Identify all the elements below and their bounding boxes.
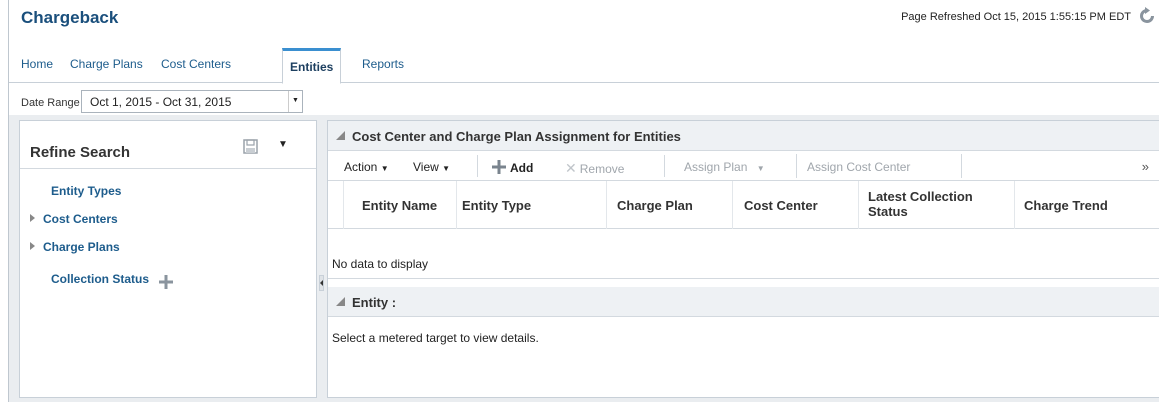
column-cost-center[interactable]: Cost Center [744, 198, 818, 213]
facet-entity-types[interactable]: Entity Types [51, 184, 121, 198]
table-empty-row [328, 251, 1159, 279]
expand-triangle-icon[interactable] [30, 214, 35, 222]
tab-entities[interactable]: Entities [282, 48, 342, 84]
date-range-label: Date Range [21, 97, 80, 109]
add-collection-status-icon[interactable] [158, 274, 174, 290]
chargeback-page: Chargeback Page Refreshed Oct 15, 2015 1… [8, 0, 1159, 402]
expand-triangle-icon[interactable] [30, 242, 35, 250]
tab-reports[interactable]: Reports [362, 57, 404, 71]
collapse-triangle-icon[interactable] [336, 131, 345, 140]
app-title: Chargeback [21, 8, 119, 27]
column-latest-collection-status[interactable]: Latest Collection Status [868, 189, 1008, 219]
view-menu-label: View [413, 160, 439, 174]
view-menu[interactable]: View ▼ [413, 160, 450, 174]
collapse-triangle-icon[interactable] [336, 297, 345, 306]
remove-button-label: Remove [579, 162, 625, 176]
date-range-value: Oct 1, 2015 - Oct 31, 2015 [90, 95, 232, 109]
assignment-panel: Cost Center and Charge Plan Assignment f… [327, 120, 1159, 398]
column-divider [606, 181, 607, 229]
chevron-down-icon: ▼ [442, 164, 451, 173]
panel-splitter[interactable] [318, 120, 326, 398]
assignment-toolbar: Action ▼ View ▼ Add ✕ Remove Assign Plan … [328, 151, 1159, 181]
facet-cost-centers[interactable]: Cost Centers [30, 212, 118, 226]
entity-section-header[interactable]: Entity : [328, 287, 1159, 317]
column-divider [456, 181, 457, 229]
column-divider [858, 181, 859, 229]
table-empty-text: No data to display [332, 257, 429, 271]
assignment-section-title: Cost Center and Charge Plan Assignment f… [352, 129, 681, 144]
save-menu-chevron-icon[interactable]: ▼ [278, 139, 288, 150]
facet-charge-plans[interactable]: Charge Plans [30, 240, 120, 254]
tab-home[interactable]: Home [21, 57, 53, 71]
facet-charge-plans-label: Charge Plans [43, 240, 120, 254]
refine-search-header: Refine Search ▼ [20, 121, 316, 169]
assignment-table-header: Entity Name Entity Type Charge Plan Cost… [328, 181, 1159, 229]
assign-plan-label: Assign Plan [684, 160, 748, 174]
refine-search-panel: Refine Search ▼ Entity Types Cost Center… [19, 120, 317, 398]
chevron-down-icon: ▼ [380, 164, 389, 173]
refine-search-title: Refine Search [30, 144, 131, 161]
column-charge-plan[interactable]: Charge Plan [617, 198, 693, 213]
column-charge-trend[interactable]: Charge Trend [1024, 198, 1108, 213]
assign-cost-center-button[interactable]: Assign Cost Center [797, 154, 962, 178]
save-icon[interactable] [243, 139, 258, 154]
column-divider [1014, 181, 1015, 229]
assignment-section-header[interactable]: Cost Center and Charge Plan Assignment f… [328, 121, 1159, 151]
toolbar-divider [664, 155, 665, 177]
chevron-down-icon[interactable]: ▼ [288, 91, 302, 112]
date-range-select[interactable]: Oct 1, 2015 - Oct 31, 2015 ▼ [81, 90, 303, 113]
facet-cost-centers-label: Cost Centers [43, 212, 118, 226]
collapse-handle-icon[interactable] [319, 275, 324, 291]
column-divider [343, 181, 344, 229]
column-divider [732, 181, 733, 229]
tab-cost-centers[interactable]: Cost Centers [161, 57, 231, 71]
add-button-label: Add [510, 161, 534, 175]
toolbar-divider [477, 155, 478, 177]
add-icon [492, 160, 506, 174]
refresh-icon[interactable] [1137, 6, 1157, 26]
add-button[interactable]: Add [492, 160, 533, 175]
action-menu[interactable]: Action ▼ [344, 160, 389, 174]
page-refreshed-text: Page Refreshed Oct 15, 2015 1:55:15 PM E… [901, 11, 1131, 23]
chevron-down-icon: ▼ [756, 164, 765, 173]
overflow-more-icon[interactable]: » [1142, 159, 1149, 174]
tab-charge-plans[interactable]: Charge Plans [70, 57, 143, 71]
entity-detail-hint: Select a metered target to view details. [332, 331, 539, 345]
tab-bar: Home Charge Plans Cost Centers Entities … [9, 45, 1159, 84]
facet-collection-status[interactable]: Collection Status [51, 272, 149, 286]
remove-button[interactable]: ✕ Remove [565, 160, 624, 177]
action-menu-label: Action [344, 160, 378, 174]
assign-plan-button[interactable]: Assign Plan ▼ [674, 154, 797, 178]
close-icon: ✕ [565, 160, 577, 176]
column-entity-name[interactable]: Entity Name [362, 198, 437, 213]
column-entity-type[interactable]: Entity Type [462, 198, 531, 213]
entity-section-title: Entity : [352, 295, 397, 310]
